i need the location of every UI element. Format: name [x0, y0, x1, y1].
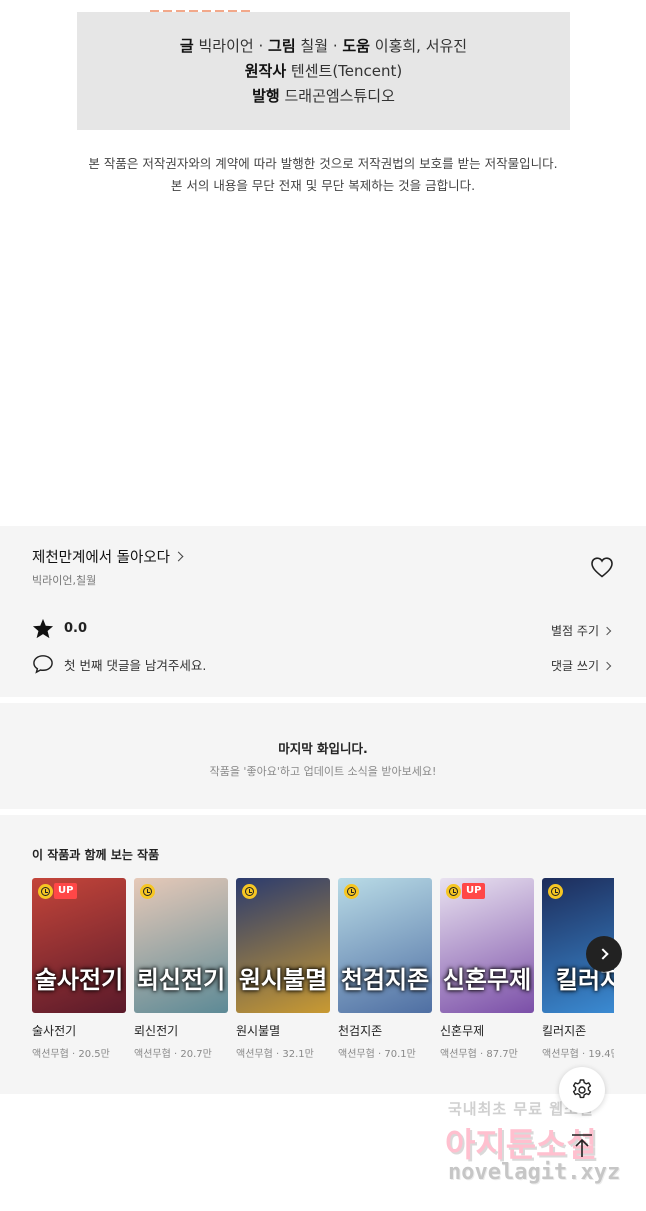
recommendation-card[interactable]: 뢰신전기 뢰신전기 액션무협 · 20.7만	[134, 878, 228, 1060]
card-title: 킬러지존	[542, 1024, 587, 1038]
carousel-next-button[interactable]	[586, 936, 622, 972]
last-episode-title: 마지막 화입니다.	[278, 741, 368, 756]
clock-icon	[548, 884, 563, 899]
card-meta: 액션무협 · 19.4만	[542, 1049, 614, 1060]
recommendation-card[interactable]: UP 신혼무제 신혼무제 액션무협 · 87.7만	[440, 878, 534, 1060]
card-title: 천검지존	[338, 1024, 383, 1038]
credit-box: 글 빅라이언 · 그림 칠월 · 도움 이홍희, 서유진 원작사 텐센트(Ten…	[77, 12, 570, 130]
settings-button[interactable]	[559, 1067, 605, 1113]
clock-icon	[140, 884, 155, 899]
star-icon	[32, 618, 54, 639]
credit-line-original: 원작사 텐센트(Tencent)	[244, 62, 403, 80]
card-title: 신혼무제	[440, 1024, 485, 1038]
decorative-strip	[150, 0, 260, 15]
clock-icon	[344, 884, 359, 899]
work-authors: 빅라이언,칠월	[32, 574, 97, 587]
comment-icon	[33, 655, 53, 674]
arrow-up-icon[interactable]	[567, 1133, 597, 1159]
watermark: 국내최초 무료 웹소설 아지툰소설 novelagit.xyz	[445, 1100, 621, 1185]
write-comment-button[interactable]: 댓글 쓰기	[551, 657, 612, 674]
rating-row: 0.0	[32, 618, 87, 639]
chevron-right-icon	[173, 551, 184, 562]
copyright-notice: 본 작품은 저작권자와의 계약에 따라 발행한 것으로 저작권법의 보호를 받는…	[88, 156, 558, 193]
heart-icon[interactable]	[590, 556, 614, 578]
work-title-link[interactable]: 제천만계에서 돌아오다	[32, 546, 184, 567]
cover-image: 원시불멸	[236, 878, 330, 1013]
clock-icon	[38, 884, 53, 899]
rate-button[interactable]: 별점 주기	[551, 622, 612, 639]
recommendations-heading: 이 작품과 함께 보는 작품	[32, 848, 160, 862]
up-badge: UP	[54, 883, 78, 899]
recommendation-card[interactable]: 원시불멸 원시불멸 액션무협 · 32.1만	[236, 878, 330, 1060]
gear-icon	[572, 1079, 592, 1099]
comment-row[interactable]: 첫 번째 댓글을 남겨주세요.	[32, 654, 206, 674]
last-episode-subtitle: 작품을 '좋아요'하고 업데이트 소식을 받아보세요!	[209, 765, 437, 778]
card-title: 원시불멸	[236, 1024, 281, 1038]
cover-title-art: 신혼무제	[442, 965, 532, 994]
rating-value: 0.0	[64, 621, 88, 636]
card-title: 뢰신전기	[134, 1024, 179, 1038]
card-meta: 액션무협 · 87.7만	[440, 1049, 518, 1060]
credit-line-publisher: 발행 드래곤엠스튜디오	[252, 87, 395, 105]
work-title: 제천만계에서 돌아오다	[32, 550, 171, 566]
work-info-panel: 제천만계에서 돌아오다 빅라이언,칠월 0.0 별점 주기 첫 번째 댓글을 남…	[0, 526, 646, 697]
recommendations-panel: 이 작품과 함께 보는 작품 UP 술사전기 술사전기 액션무협 · 20.5만…	[0, 815, 646, 1094]
credit-line-creators: 글 빅라이언 · 그림 칠월 · 도움 이홍희, 서유진	[179, 37, 468, 55]
card-meta: 액션무협 · 32.1만	[236, 1049, 314, 1060]
clock-icon	[242, 884, 257, 899]
card-meta: 액션무협 · 70.1만	[338, 1049, 416, 1060]
cover-image: 뢰신전기	[134, 878, 228, 1013]
up-badge: UP	[462, 883, 486, 899]
viewer-page: 글 빅라이언 · 그림 칠월 · 도움 이홍희, 서유진 원작사 텐센트(Ten…	[0, 0, 646, 1211]
cover-title-art: 술사전기	[34, 965, 124, 994]
cover-title-art: 천검지존	[340, 965, 430, 994]
card-title: 술사전기	[32, 1024, 77, 1038]
chevron-right-icon	[602, 626, 612, 635]
card-meta: 액션무협 · 20.5만	[32, 1049, 110, 1060]
chevron-right-icon	[596, 948, 609, 960]
chevron-right-icon	[602, 661, 612, 670]
last-episode-panel: 마지막 화입니다. 작품을 '좋아요'하고 업데이트 소식을 받아보세요!	[0, 703, 646, 809]
comment-prompt: 첫 번째 댓글을 남겨주세요.	[64, 657, 207, 673]
recommendation-card[interactable]: 천검지존 천검지존 액션무협 · 70.1만	[338, 878, 432, 1060]
recommendations-carousel[interactable]: UP 술사전기 술사전기 액션무협 · 20.5만 뢰신전기 뢰신전기 액션무협…	[32, 878, 614, 1068]
card-meta: 액션무협 · 20.7만	[134, 1049, 212, 1060]
cover-title-art: 뢰신전기	[136, 965, 226, 994]
recommendation-card[interactable]: UP 술사전기 술사전기 액션무협 · 20.5만	[32, 878, 126, 1060]
cover-image: UP 술사전기	[32, 878, 126, 1013]
cover-image: 천검지존	[338, 878, 432, 1013]
cover-title-art: 원시불멸	[238, 965, 328, 994]
cover-image: UP 신혼무제	[440, 878, 534, 1013]
clock-icon	[446, 884, 461, 899]
